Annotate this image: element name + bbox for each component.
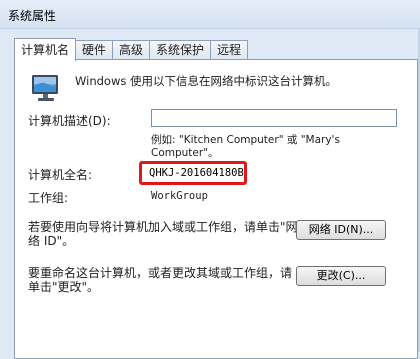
change-button[interactable]: 更改(C)...: [296, 266, 386, 286]
tab-hardware[interactable]: 硬件: [75, 40, 114, 60]
fullname-value-highlighted: QHKJ-201604180B: [139, 161, 247, 185]
description-hint: 例如: "Kitchen Computer" 或 "Mary's Compute…: [151, 134, 340, 159]
network-id-description: 若要使用向导将计算机加入域或工作组，请单击"网络 ID"。: [28, 220, 298, 248]
tab-computer-name[interactable]: 计算机名: [14, 38, 77, 61]
title-bar: 系统属性: [0, 0, 420, 29]
tab-remote[interactable]: 远程: [210, 40, 249, 60]
tab-advanced[interactable]: 高级: [112, 40, 151, 60]
description-label: 计算机描述(D):: [28, 114, 111, 128]
tab-system-protection[interactable]: 系统保护: [149, 40, 212, 60]
tab-panel: Windows 使用以下信息在网络中标识这台计算机。 计算机描述(D): 例如:…: [14, 59, 418, 359]
network-id-button[interactable]: 网络 ID(N)...: [296, 220, 386, 240]
window-title: 系统属性: [8, 9, 57, 23]
computer-monitor-icon: [29, 72, 63, 109]
change-description: 要重命名这台计算机，或者更改其域或工作组，请单击"更改"。: [28, 266, 293, 294]
workgroup-value: WorkGroup: [151, 190, 208, 202]
workgroup-label: 工作组:: [28, 191, 69, 205]
fullname-label: 计算机全名:: [28, 168, 93, 182]
intro-text: Windows 使用以下信息在网络中标识这台计算机。: [75, 74, 337, 88]
tab-strip: 计算机名 硬件 高级 系统保护 远程: [14, 38, 249, 61]
description-input[interactable]: [151, 109, 397, 127]
